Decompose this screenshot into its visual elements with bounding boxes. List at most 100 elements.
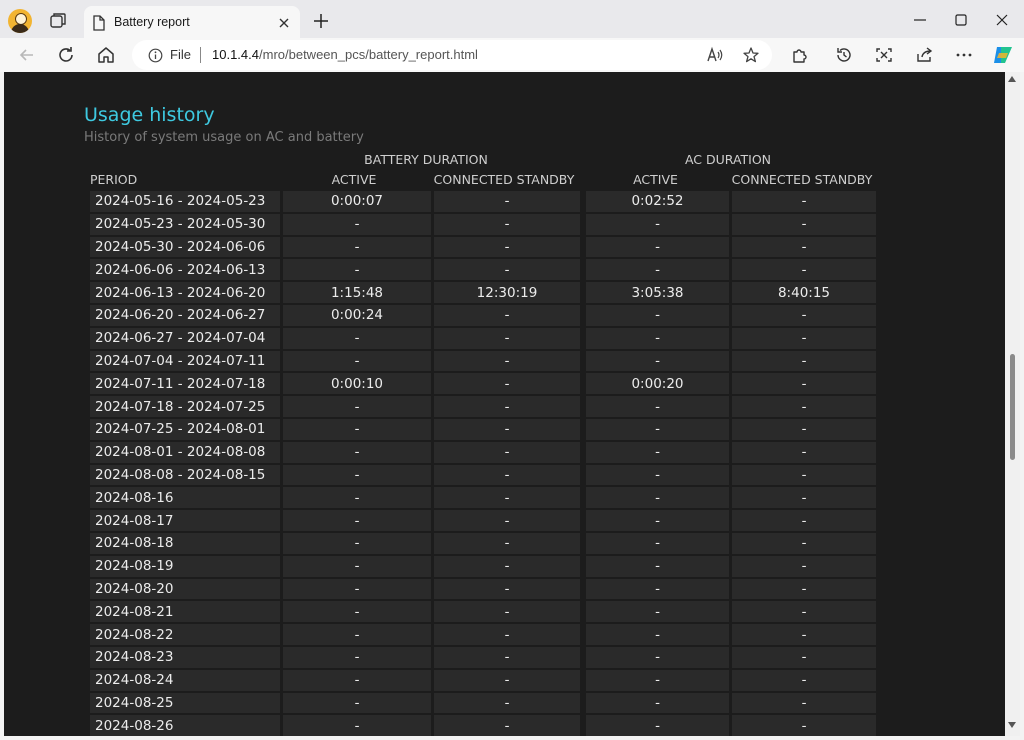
ac-standby-cell: -: [732, 715, 876, 736]
period-cell: 2024-08-01 - 2024-08-08: [90, 441, 280, 463]
period-cell: 2024-05-16 - 2024-05-23: [90, 191, 280, 212]
period-cell: 2024-08-16: [90, 487, 280, 509]
battery-standby-cell: 12:30:19: [434, 282, 580, 303]
puzzle-icon[interactable]: [790, 45, 810, 65]
scroll-up-arrow[interactable]: [1008, 76, 1016, 82]
period-cell: 2024-08-20: [90, 578, 280, 600]
window-edge: [1020, 72, 1024, 740]
ac-standby-cell: -: [732, 396, 876, 417]
ac-standby-cell: -: [732, 259, 876, 281]
minimize-icon[interactable]: [912, 12, 928, 28]
battery-active-cell: -: [283, 646, 431, 668]
ac-standby-cell: -: [732, 373, 876, 395]
divider: [200, 47, 201, 63]
period-cell: 2024-07-11 - 2024-07-18: [90, 373, 280, 395]
more-icon[interactable]: [954, 45, 974, 65]
table-row: 2024-05-30 - 2024-06-06- - - -: [90, 236, 876, 258]
plus-icon[interactable]: [312, 12, 330, 30]
section-subheading: History of system usage on AC and batter…: [84, 130, 364, 145]
ac-duration-header: AC DURATION: [684, 152, 772, 167]
ac-standby-cell: -: [732, 213, 876, 235]
battery-standby-cell: -: [434, 555, 580, 577]
period-cell: 2024-08-21: [90, 601, 280, 623]
table-row: 2024-08-21- - - -: [90, 601, 876, 623]
tab-battery-report[interactable]: Battery report: [84, 6, 300, 42]
ac-standby-cell: -: [732, 304, 876, 326]
table-row: 2024-08-19- - - -: [90, 555, 876, 577]
table-row: 2024-08-26- - - -: [90, 715, 876, 736]
battery-active-cell: -: [283, 350, 431, 372]
battery-active-cell: -: [283, 555, 431, 577]
scroll-down-arrow[interactable]: [1008, 722, 1016, 728]
ac-active-cell: -: [586, 510, 729, 531]
ac-active-cell: -: [586, 213, 729, 235]
home-icon[interactable]: [96, 45, 116, 65]
ac-active-cell: 0:02:52: [586, 191, 729, 212]
star-icon[interactable]: [742, 46, 760, 64]
battery-active-cell: 0:00:07: [283, 191, 431, 212]
battery-standby-cell: -: [434, 510, 580, 531]
battery-active-cell: -: [283, 624, 431, 645]
ac-standby-cell: -: [732, 555, 876, 577]
table-row: 2024-08-23- - - -: [90, 646, 876, 668]
battery-active-cell: -: [283, 532, 431, 554]
table-row: 2024-08-08 - 2024-08-15- - - -: [90, 464, 876, 486]
workspaces-icon[interactable]: [47, 10, 69, 32]
share-icon[interactable]: [914, 45, 934, 65]
copilot-icon[interactable]: [991, 43, 1015, 67]
table-row: 2024-05-23 - 2024-05-30- - - -: [90, 213, 876, 235]
section-heading: Usage history: [84, 104, 215, 126]
close-window-icon[interactable]: [994, 12, 1010, 28]
ac-standby-cell: -: [732, 441, 876, 463]
ac-standby-cell: -: [732, 646, 876, 668]
battery-standby-cell: -: [434, 464, 580, 486]
battery-active-cell: -: [283, 213, 431, 235]
address-bar[interactable]: File 10.1.4.4/mro/between_pcs/battery_re…: [132, 40, 772, 70]
table-row: 2024-08-20- - - -: [90, 578, 876, 600]
period-cell: 2024-07-04 - 2024-07-11: [90, 350, 280, 372]
ac-standby-cell: -: [732, 692, 876, 714]
scrollbar-thumb[interactable]: [1010, 354, 1015, 460]
ac-standby-cell: -: [732, 624, 876, 645]
table-row: 2024-07-04 - 2024-07-11- - - -: [90, 350, 876, 372]
history-icon[interactable]: [834, 45, 854, 65]
ac-standby-cell: -: [732, 601, 876, 623]
battery-active-cell: -: [283, 578, 431, 600]
ac-active-cell: -: [586, 441, 729, 463]
arrow-left-icon[interactable]: [17, 45, 37, 65]
screenshot-icon[interactable]: [874, 45, 894, 65]
ac-active-cell: -: [586, 487, 729, 509]
usage-history-table: 2024-05-16 - 2024-05-23 0:00:07-0:02:52-2…: [87, 189, 879, 736]
battery-active-cell: -: [283, 396, 431, 417]
ac-active-cell: -: [586, 236, 729, 258]
period-cell: 2024-08-24: [90, 669, 280, 691]
battery-active-cell: -: [283, 259, 431, 281]
table-row: 2024-07-11 - 2024-07-18 0:00:10-0:00:20-: [90, 373, 876, 395]
avatar-icon[interactable]: [8, 9, 32, 33]
ac-standby-cell: -: [732, 532, 876, 554]
battery-active-cell: -: [283, 715, 431, 736]
refresh-icon[interactable]: [56, 45, 76, 65]
ac-active-cell: -: [586, 350, 729, 372]
url-path: /mro/between_pcs/battery_report.html: [259, 47, 478, 62]
period-cell: 2024-08-17: [90, 510, 280, 531]
maximize-icon[interactable]: [953, 12, 969, 28]
close-icon[interactable]: [277, 16, 291, 30]
period-cell: 2024-07-25 - 2024-08-01: [90, 418, 280, 440]
period-cell: 2024-06-13 - 2024-06-20: [90, 282, 280, 303]
period-cell: 2024-06-27 - 2024-07-04: [90, 327, 280, 349]
vertical-scrollbar[interactable]: [1005, 72, 1020, 736]
url-text[interactable]: 10.1.4.4/mro/between_pcs/battery_report.…: [212, 47, 478, 62]
battery-active-cell: 0:00:24: [283, 304, 431, 326]
table-row: 2024-07-18 - 2024-07-25- - - -: [90, 396, 876, 417]
ac-active-cell: 3:05:38: [586, 282, 729, 303]
battery-standby-cell: -: [434, 578, 580, 600]
ac-standby-cell: -: [732, 464, 876, 486]
ac-active-cell: -: [586, 396, 729, 417]
info-icon[interactable]: [148, 48, 163, 63]
period-cell: 2024-08-08 - 2024-08-15: [90, 464, 280, 486]
read-aloud-icon[interactable]: [706, 46, 724, 64]
battery-standby-cell: -: [434, 304, 580, 326]
period-cell: 2024-08-25: [90, 692, 280, 714]
table-row: 2024-08-01 - 2024-08-08- - - -: [90, 441, 876, 463]
